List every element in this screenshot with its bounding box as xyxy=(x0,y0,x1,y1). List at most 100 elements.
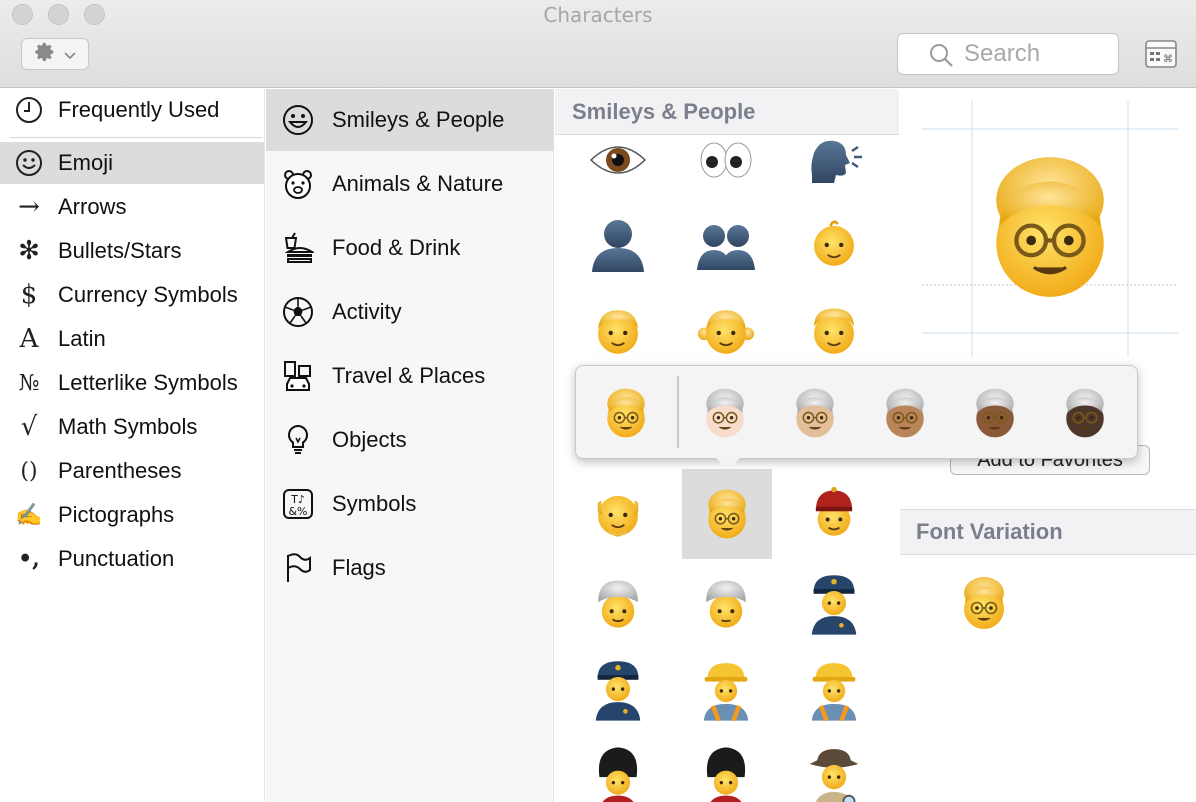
man-chinese-cap-emoji[interactable] xyxy=(789,469,879,559)
category-symbols[interactable]: T♪ &% Symbols xyxy=(266,473,554,535)
sidebar-item-latin[interactable]: A Latin xyxy=(0,318,264,360)
sidebar-item-label: Parentheses xyxy=(58,458,182,483)
construction-worker-woman-emoji[interactable] xyxy=(681,645,771,735)
sidebar-item-parentheses[interactable]: () Parentheses xyxy=(0,450,264,492)
svg-text:⌘: ⌘ xyxy=(1163,54,1173,65)
category-label: Objects xyxy=(332,427,407,452)
guardswoman-emoji[interactable] xyxy=(681,733,771,802)
category-objects[interactable]: Objects xyxy=(266,409,554,471)
skin-tone-light[interactable] xyxy=(690,378,760,448)
bear-icon xyxy=(280,168,316,200)
svg-text:&%: &% xyxy=(288,505,307,518)
sidebar-item-arrows[interactable]: → Arrows xyxy=(0,186,264,228)
burger-drink-icon xyxy=(280,232,316,264)
woman-police-emoji[interactable] xyxy=(789,559,879,649)
category-label: Smileys & People xyxy=(332,107,505,132)
smiley-icon xyxy=(280,104,316,136)
numero-icon: № xyxy=(18,370,40,396)
bust-silhouette-emoji[interactable] xyxy=(573,199,663,289)
sidebar: Frequently Used Emoji → Arrows ✻ Bullets… xyxy=(0,89,265,802)
category-label: Symbols xyxy=(332,491,417,516)
window-title: Characters xyxy=(543,3,653,27)
construction-worker-emoji[interactable] xyxy=(789,645,879,735)
older-woman-emoji[interactable] xyxy=(682,469,772,559)
speaking-head-emoji[interactable] xyxy=(789,115,879,205)
baby-emoji[interactable] xyxy=(789,199,879,289)
character-viewer-icon: ⌘ xyxy=(1145,40,1177,72)
skin-tone-popover xyxy=(575,365,1138,470)
older-man-emoji[interactable] xyxy=(573,469,663,559)
sidebar-divider xyxy=(10,137,262,138)
arrow-right-icon: → xyxy=(18,192,40,222)
category-activity[interactable]: Activity xyxy=(266,281,554,343)
sidebar-item-label: Punctuation xyxy=(58,546,175,571)
sidebar-item-label: Letterlike Symbols xyxy=(58,370,238,395)
girl-emoji[interactable] xyxy=(681,287,771,377)
sidebar-item-label: Frequently Used xyxy=(58,97,220,122)
sidebar-item-bullets-stars[interactable]: ✻ Bullets/Stars xyxy=(0,230,264,272)
skin-tone-default[interactable] xyxy=(591,378,661,448)
flag-icon xyxy=(280,552,316,584)
search-icon xyxy=(928,42,954,72)
sidebar-item-frequently-used[interactable]: Frequently Used xyxy=(0,89,264,131)
skin-tone-medium[interactable] xyxy=(870,378,940,448)
character-preview xyxy=(922,101,1178,361)
character-viewer-button[interactable]: ⌘ xyxy=(1145,40,1177,68)
popover-arrow xyxy=(716,458,740,470)
sidebar-item-punctuation[interactable]: •, Punctuation xyxy=(0,538,264,580)
eyes-emoji[interactable] xyxy=(681,115,771,205)
category-travel-places[interactable]: Travel & Places xyxy=(266,345,554,407)
symbols-icon: T♪ &% xyxy=(280,488,316,520)
man-emoji[interactable] xyxy=(789,287,879,377)
category-label: Animals & Nature xyxy=(332,171,504,196)
search-field[interactable] xyxy=(897,33,1119,75)
category-flags[interactable]: Flags xyxy=(266,537,554,599)
chevron-down-icon xyxy=(64,45,76,64)
category-list: Smileys & People Animals & Nature Food &… xyxy=(266,89,554,802)
boy-emoji[interactable] xyxy=(573,287,663,377)
category-smileys-people[interactable]: Smileys & People xyxy=(266,89,554,151)
police-officer-emoji[interactable] xyxy=(573,645,663,735)
sidebar-item-label: Currency Symbols xyxy=(58,282,238,307)
sidebar-item-label: Latin xyxy=(58,326,106,351)
woman-detective-emoji[interactable] xyxy=(789,733,879,802)
parentheses-icon: () xyxy=(20,458,38,484)
sqrt-icon: √ xyxy=(20,412,38,442)
font-variation-title: Font Variation xyxy=(900,509,1196,555)
sidebar-item-label: Emoji xyxy=(58,150,114,175)
sidebar-item-label: Pictographs xyxy=(58,502,175,527)
sidebar-item-math-symbols[interactable]: √ Math Symbols xyxy=(0,406,264,448)
skin-tone-medium-light[interactable] xyxy=(780,378,850,448)
soccer-ball-icon xyxy=(280,296,316,328)
sidebar-item-label: Bullets/Stars xyxy=(58,238,182,263)
category-label: Travel & Places xyxy=(332,363,486,388)
category-food-drink[interactable]: Food & Drink xyxy=(266,217,554,279)
skin-tone-medium-dark[interactable] xyxy=(960,378,1030,448)
asterisk-icon: ✻ xyxy=(18,236,40,266)
action-menu-button[interactable] xyxy=(21,38,89,70)
dollar-icon: $ xyxy=(20,280,38,310)
smiley-icon xyxy=(11,149,47,177)
font-variation-item[interactable] xyxy=(952,571,1016,635)
guardsman-emoji[interactable] xyxy=(573,733,663,802)
skin-tone-dark[interactable] xyxy=(1050,378,1120,448)
sidebar-item-letterlike-symbols[interactable]: № Letterlike Symbols xyxy=(0,362,264,404)
sidebar-item-emoji[interactable]: Emoji xyxy=(0,142,264,184)
person-turban-emoji[interactable] xyxy=(573,559,663,649)
eye-emoji[interactable] xyxy=(573,115,663,205)
writing-hand-icon: ✍ xyxy=(15,502,43,528)
popover-divider xyxy=(677,376,679,448)
title-bar: Characters ⌘ xyxy=(0,0,1196,88)
sidebar-item-label: Math Symbols xyxy=(58,414,198,439)
category-animals-nature[interactable]: Animals & Nature xyxy=(266,153,554,215)
sidebar-item-currency-symbols[interactable]: $ Currency Symbols xyxy=(0,274,264,316)
clock-icon xyxy=(11,96,47,124)
punctuation-icon: •, xyxy=(18,546,40,572)
sidebar-item-label: Arrows xyxy=(58,194,127,219)
car-buildings-icon xyxy=(280,360,316,392)
search-input[interactable] xyxy=(964,40,1114,68)
busts-silhouette-emoji[interactable] xyxy=(681,199,771,289)
sidebar-item-pictographs[interactable]: ✍ Pictographs xyxy=(0,494,264,536)
man-turban-emoji[interactable] xyxy=(681,559,771,649)
category-label: Flags xyxy=(332,555,386,580)
